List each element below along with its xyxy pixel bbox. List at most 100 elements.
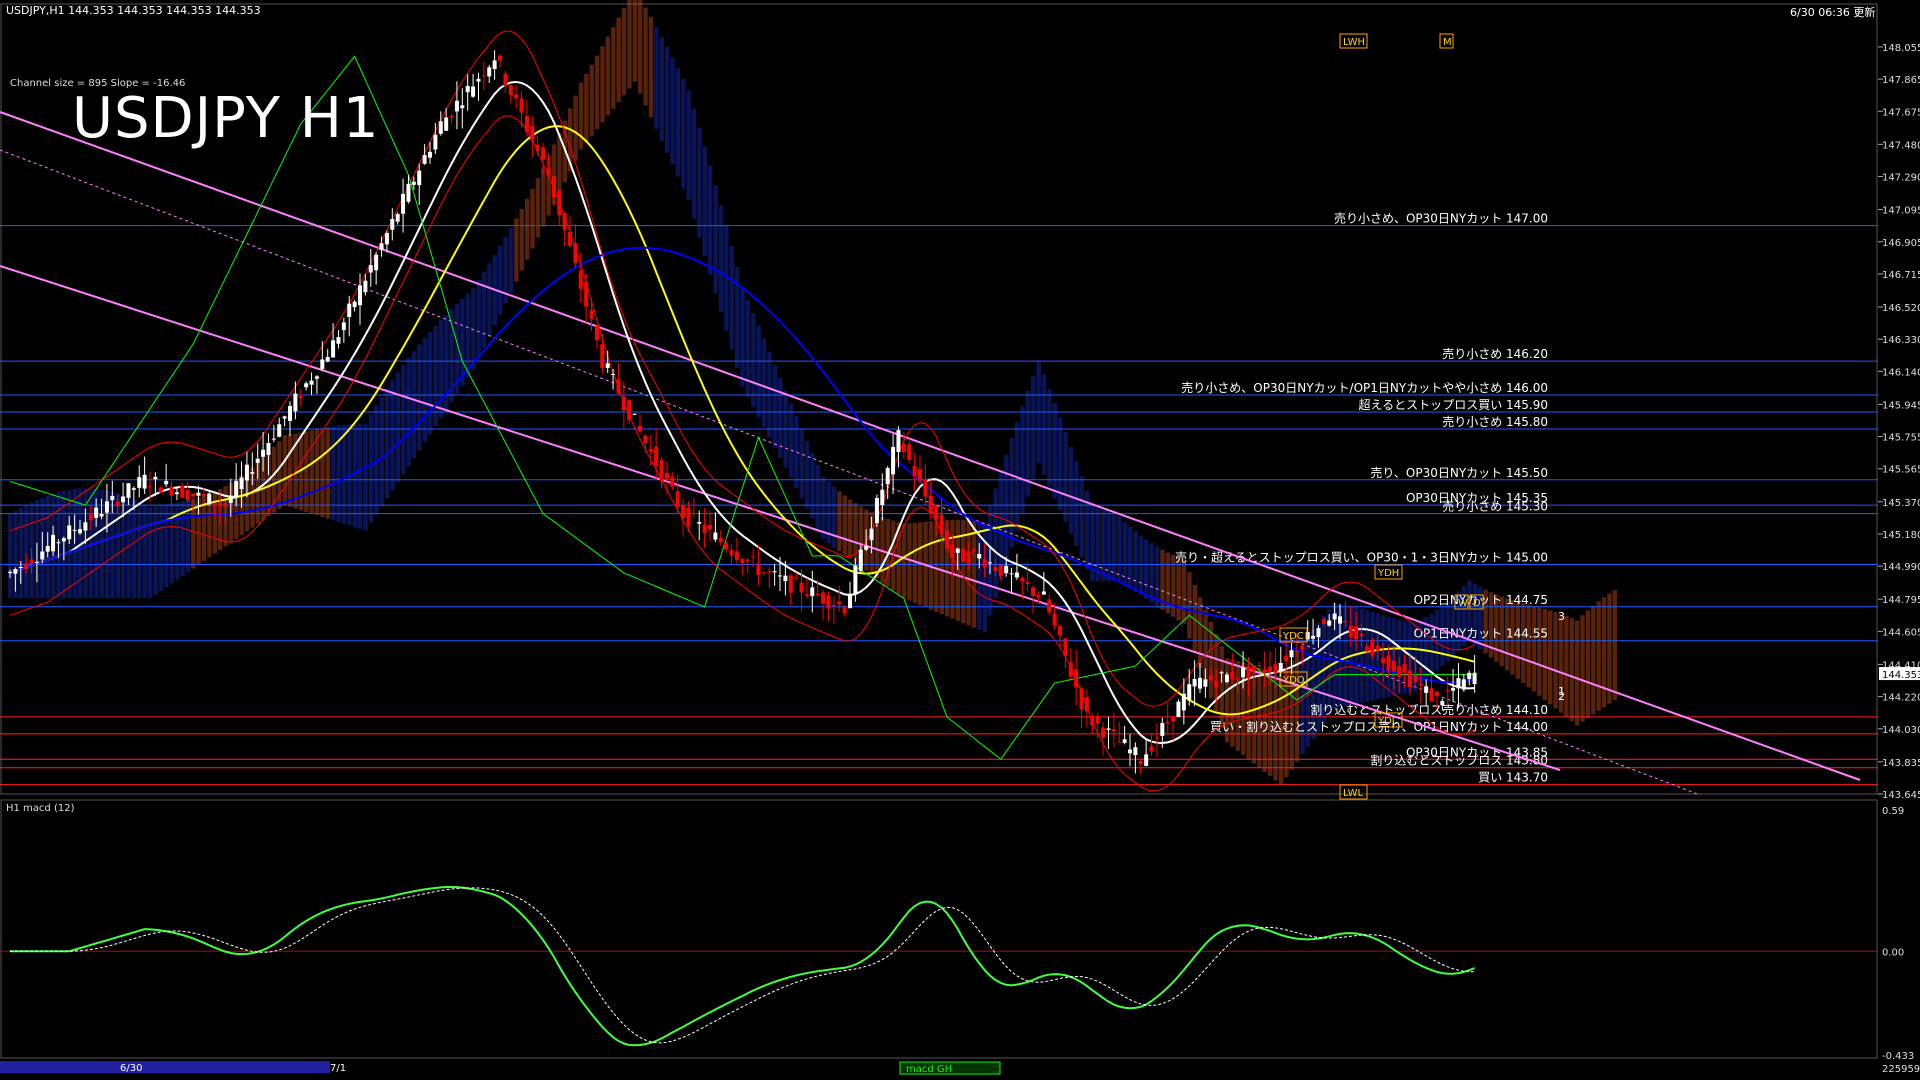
- kumo-slice: [508, 227, 514, 293]
- candle-body: [675, 490, 680, 507]
- kumo-slice: [804, 440, 810, 509]
- candle-body: [115, 501, 120, 507]
- kumo-slice: [18, 508, 24, 599]
- candle-body: [298, 396, 303, 398]
- kumo-slice: [164, 504, 169, 588]
- candle-body: [341, 322, 346, 331]
- kumo-slice: [169, 503, 174, 584]
- candle-body: [1020, 577, 1025, 582]
- candle-body: [1154, 737, 1159, 739]
- candle-body: [1273, 664, 1278, 673]
- kumo-slice: [1574, 620, 1580, 726]
- kumo-slice: [379, 396, 384, 507]
- candle-body: [1278, 662, 1283, 672]
- kumo-slice: [1591, 605, 1596, 715]
- candle-body: [648, 448, 653, 452]
- candle-body: [1214, 680, 1219, 687]
- kumo-slice: [530, 188, 535, 249]
- candle-body: [18, 566, 23, 568]
- kumo-slice: [1596, 601, 1601, 711]
- candle-body: [869, 528, 874, 541]
- candle-body: [1025, 581, 1030, 584]
- candle-body: [358, 285, 362, 306]
- candle-body: [891, 447, 896, 475]
- candle-body: [912, 466, 917, 477]
- kumo-slice: [708, 165, 713, 275]
- kumo-slice: [901, 523, 907, 599]
- kumo-slice: [1138, 535, 1144, 596]
- kumo-slice: [422, 337, 427, 443]
- y-tick-label: 144.795: [1882, 595, 1920, 606]
- candle-body: [374, 254, 379, 271]
- candle-body: [1230, 671, 1235, 680]
- kumo-slice: [498, 245, 503, 315]
- kumo-slice: [411, 350, 417, 459]
- candle-body: [72, 529, 77, 531]
- candle-body: [444, 117, 449, 131]
- kumo-slice: [148, 507, 153, 599]
- kumo-slice: [514, 218, 519, 282]
- candle-body: [449, 115, 454, 118]
- candle-body: [131, 488, 136, 490]
- y-tick-label: 147.675: [1882, 107, 1920, 118]
- candle-body: [977, 553, 982, 559]
- kumo-slice: [341, 424, 347, 524]
- candle-body: [40, 551, 45, 560]
- kumo-slice: [1144, 539, 1149, 600]
- kumo-slice: [153, 506, 158, 595]
- kumo-slice: [352, 423, 357, 528]
- candle-body: [390, 218, 395, 230]
- y-tick-label: 146.520: [1882, 303, 1920, 314]
- kumo-slice: [363, 423, 368, 531]
- kumo-slice: [605, 36, 611, 116]
- candle-body: [1316, 628, 1321, 638]
- kumo-slice: [1548, 610, 1553, 705]
- candle-body: [24, 563, 29, 569]
- candle-body: [266, 443, 271, 455]
- candle-body: [551, 176, 556, 198]
- candle-body: [379, 243, 384, 250]
- kumo-slice: [1063, 432, 1068, 523]
- symbol-info: USDJPY,H1 144.353 144.353 144.353 144.35…: [6, 4, 261, 17]
- candle-body: [568, 231, 572, 246]
- kumo-slice: [481, 271, 487, 348]
- candle-body: [1187, 684, 1192, 701]
- candle-body: [1456, 678, 1461, 689]
- candle-body: [1429, 688, 1434, 702]
- candle-body: [1181, 693, 1186, 711]
- candle-body: [1235, 677, 1240, 679]
- candle-body: [56, 542, 61, 544]
- candle-body: [395, 214, 400, 222]
- kumo-slice: [1542, 608, 1547, 700]
- macd-tag: macd GH: [906, 1064, 952, 1075]
- y-tick-label: 146.715: [1882, 270, 1920, 281]
- y-tick-label: 146.330: [1882, 335, 1920, 346]
- candle-body: [304, 383, 309, 388]
- candle-body: [1176, 701, 1181, 717]
- candle-body: [164, 480, 169, 485]
- kumo-slice: [966, 520, 971, 626]
- kumo-slice: [848, 499, 853, 559]
- kumo-slice: [465, 293, 471, 378]
- macd-label: H1 macd (12): [6, 803, 75, 814]
- candle-body: [702, 524, 707, 533]
- candle-body: [34, 561, 39, 563]
- candle-body: [223, 503, 228, 507]
- candle-body: [13, 569, 18, 574]
- candle-body: [1133, 747, 1138, 756]
- candle-body: [998, 564, 1003, 577]
- channel-info: Channel size = 895 Slope = -16.46: [10, 78, 186, 89]
- candle-body: [928, 495, 933, 514]
- candle-body: [368, 265, 373, 273]
- kumo-slice: [1041, 374, 1047, 475]
- kumo-slice: [767, 351, 772, 438]
- candle-body: [1014, 572, 1019, 578]
- kumo-slice: [476, 280, 481, 359]
- candle-body: [244, 464, 249, 481]
- candle-body: [810, 587, 815, 597]
- kumo-slice: [304, 431, 309, 512]
- candle-body: [778, 575, 782, 577]
- kumo-slice: [1154, 546, 1160, 607]
- chart-canvas: 売り小さめ、OP30日NYカット 147.00 売り小さめ 146.20 売り小さめ…: [0, 0, 1920, 1080]
- candle-body: [664, 472, 669, 479]
